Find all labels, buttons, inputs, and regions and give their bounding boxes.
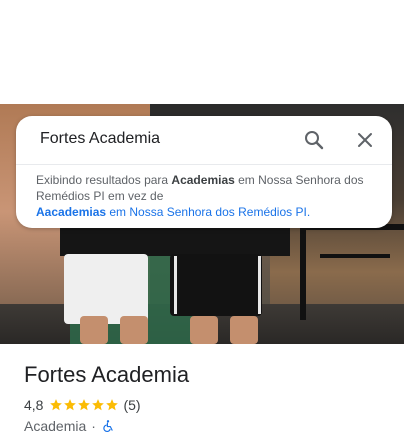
- place-category: Academia: [24, 418, 87, 434]
- star-icon: [92, 399, 105, 411]
- star-icon: [78, 399, 91, 411]
- photo-detail: [258, 256, 261, 314]
- photo-person-right: [170, 254, 262, 316]
- rating-value: 4,8: [24, 397, 44, 413]
- photo-detail: [190, 316, 218, 344]
- search-bar[interactable]: Fortes Academia: [16, 116, 392, 164]
- divider: [16, 164, 392, 165]
- star-icon: [64, 399, 77, 411]
- search-card: Fortes Academia Exibindo resultados para…: [16, 116, 392, 228]
- star-icon: [50, 399, 63, 411]
- place-summary: Fortes Academia 4,8 (5) Academia ·: [0, 344, 408, 448]
- review-count[interactable]: (5): [123, 397, 140, 413]
- notice-prefix: Exibindo resultados para: [36, 173, 172, 187]
- category-row: Academia ·: [24, 418, 115, 434]
- separator-dot: ·: [91, 418, 96, 434]
- photo-gym-machine: [300, 224, 404, 320]
- rating-row[interactable]: 4,8 (5): [24, 397, 141, 413]
- photo-gym-machine: [320, 254, 390, 258]
- photo-person-left: [64, 254, 148, 324]
- photo-detail: [80, 316, 108, 344]
- photo-detail: [120, 316, 148, 344]
- corrected-term: Academias: [171, 173, 235, 187]
- original-term[interactable]: Aacademias: [36, 205, 106, 219]
- close-icon[interactable]: [353, 128, 377, 152]
- rating-stars: [49, 398, 119, 412]
- wheelchair-accessible-icon: [103, 420, 113, 432]
- place-title: Fortes Academia: [24, 362, 190, 387]
- search-input[interactable]: Fortes Academia: [40, 130, 160, 148]
- original-suffix[interactable]: em Nossa Senhora dos Remédios PI.: [106, 205, 310, 219]
- star-icon: [106, 399, 119, 411]
- search-icon[interactable]: [302, 128, 326, 152]
- search-correction-notice: Exibindo resultados para Academias em No…: [36, 172, 366, 220]
- photo-detail: [174, 256, 177, 314]
- search-original-link[interactable]: Aacademias em Nossa Senhora dos Remédios…: [36, 205, 310, 219]
- photo-detail: [230, 316, 258, 344]
